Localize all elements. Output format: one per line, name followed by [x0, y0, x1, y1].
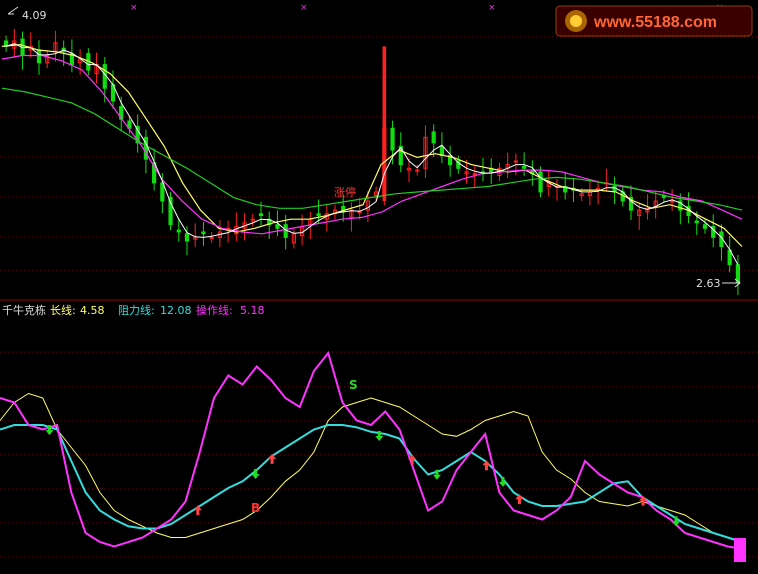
- indicator-name: 千牛克栋: [2, 303, 46, 317]
- candle-body: [357, 211, 362, 214]
- sell-signal-label: S: [349, 378, 358, 392]
- buy-arrow-icon: [482, 460, 491, 471]
- candle-body: [694, 220, 699, 224]
- grid-lines: [0, 36, 758, 558]
- indicator-line-2: [0, 350, 743, 550]
- candle-body: [472, 173, 477, 176]
- marker-x: ×: [130, 3, 138, 13]
- marker-x: ×: [300, 3, 308, 13]
- watermark-logo: www.55188.com: [555, 5, 753, 37]
- buy-arrow-icon: [193, 505, 202, 516]
- watermark-text: www.55188.com: [593, 14, 717, 31]
- low-price-label: 2.63: [696, 277, 721, 290]
- candle-body: [184, 233, 190, 242]
- candle-body: [316, 213, 321, 217]
- indicator-line-0: [0, 392, 743, 543]
- candle-body: [522, 165, 527, 169]
- candle-body: [390, 127, 395, 151]
- marker-x: ×: [488, 3, 496, 13]
- candle-body: [283, 224, 288, 238]
- candle-body: [538, 171, 543, 193]
- high-arrow-icon: [7, 6, 19, 15]
- indicator-line-1: [0, 424, 743, 543]
- candle-body: [431, 131, 436, 144]
- end-bar: [734, 538, 746, 562]
- legend-long-label: 长线:: [50, 303, 76, 317]
- sell-arrow-icon: [251, 469, 260, 479]
- sell-arrow-icon: [498, 476, 507, 487]
- candle-body: [702, 224, 708, 229]
- candle-body: [209, 236, 214, 239]
- candle-body: [258, 213, 264, 217]
- limit-up-label: 涨停: [334, 185, 356, 199]
- legend-resistance-label: 阻力线:: [118, 303, 155, 317]
- stock-chart: BS × × × × 4.09 2.63 涨停 www.55188.com 千牛…: [0, 0, 758, 574]
- legend-resistance-value: 12.08: [160, 304, 192, 317]
- candle-body: [160, 182, 165, 202]
- low-arrow-icon: [722, 278, 741, 288]
- candle-body: [201, 231, 206, 235]
- candle-body: [176, 229, 181, 233]
- sell-arrow-icon: [672, 516, 681, 527]
- buy-arrow-icon: [515, 494, 524, 505]
- legend-operation-label: 操作线:: [196, 303, 233, 317]
- high-price-label: 4.09: [22, 9, 47, 22]
- legend-long-value: 4.58: [80, 304, 105, 317]
- legend-operation-value: 5.18: [240, 304, 265, 317]
- chart-canvas: BS × × × × 4.09 2.63 涨停 www.55188.com 千牛…: [0, 3, 758, 562]
- candle-body: [439, 145, 444, 157]
- indicator-legend: 千牛克栋 长线: 4.58 阻力线: 12.08 操作线: 5.18: [2, 303, 265, 317]
- buy-signal-label: B: [251, 501, 260, 515]
- candle-body: [513, 160, 518, 163]
- candle-body: [36, 49, 42, 64]
- buy-arrow-icon: [268, 453, 277, 464]
- indicator-lines: [0, 350, 743, 550]
- candle-body: [415, 169, 420, 172]
- candle-body: [670, 200, 675, 203]
- candlestick-series: [4, 28, 740, 295]
- candle-body: [275, 224, 280, 229]
